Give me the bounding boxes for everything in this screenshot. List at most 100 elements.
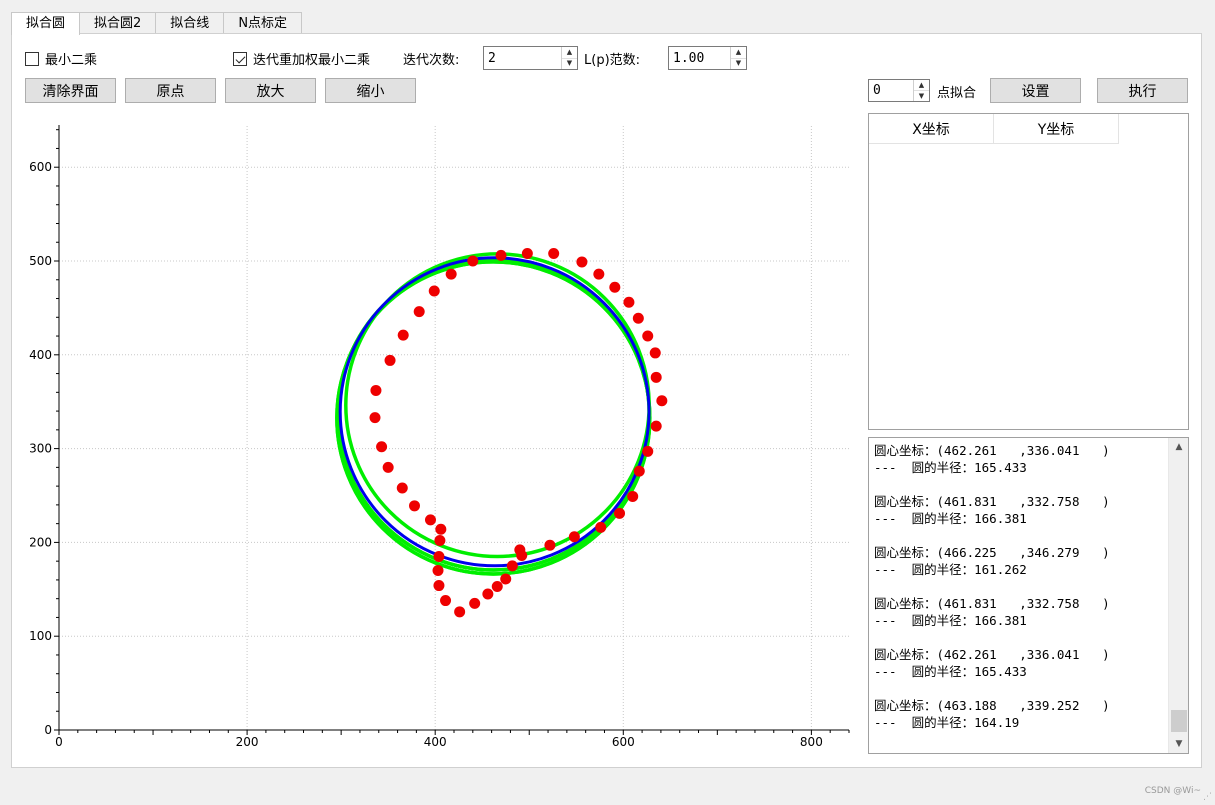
tab-n-point-calibration[interactable]: N点标定	[223, 12, 303, 34]
data-point	[370, 384, 382, 396]
data-point	[576, 256, 588, 268]
log-entry: 圆心坐标：(461.831 ,332.758 ) --- 圆的半径：166.381	[874, 493, 1166, 527]
data-point	[514, 544, 526, 556]
center-line: 圆心坐标：(461.831 ,332.758 )	[874, 596, 1110, 611]
tab-fit-line[interactable]: 拟合线	[155, 12, 225, 34]
y-coordinate-header[interactable]: Y坐标	[994, 114, 1119, 144]
fit-plot[interactable]: 0 200 400 600 800 0 100 200 300 400 500 600	[22, 113, 852, 753]
chevron-down-icon[interactable]: ▼	[562, 57, 577, 70]
point-count-spinbox[interactable]: ▲ ▼	[868, 79, 930, 102]
result-log[interactable]: 圆心坐标：(462.261 ,336.041 ) --- 圆的半径：165.433…	[868, 437, 1189, 754]
data-point	[454, 606, 466, 618]
data-point	[627, 490, 639, 502]
data-point	[434, 535, 446, 547]
data-point	[376, 441, 388, 453]
chevron-up-icon[interactable]: ▲	[731, 47, 746, 58]
data-point	[467, 255, 479, 267]
log-entry: 圆心坐标：(461.831 ,332.758 ) --- 圆的半径：166.381	[874, 595, 1166, 629]
data-point	[650, 371, 662, 383]
zoom-in-button[interactable]: 放大	[225, 78, 316, 103]
data-point	[623, 296, 635, 308]
data-point	[548, 248, 560, 260]
data-point	[649, 347, 661, 359]
data-point	[397, 329, 409, 341]
y-tick-label: 300	[29, 442, 52, 456]
lp-norm-input[interactable]	[669, 47, 730, 69]
data-point	[396, 482, 408, 494]
data-point	[614, 507, 626, 519]
x-tick-label: 200	[236, 735, 259, 749]
iterations-stepper[interactable]: ▲ ▼	[561, 47, 577, 69]
data-point	[650, 420, 662, 432]
clear-button[interactable]: 清除界面	[25, 78, 116, 103]
data-point	[656, 395, 668, 407]
center-line: 圆心坐标：(461.831 ,332.758 )	[874, 494, 1110, 509]
coordinate-table[interactable]: X坐标 Y坐标	[868, 113, 1189, 430]
radius-line: --- 圆的半径：165.433	[874, 664, 1027, 679]
radius-line: --- 圆的半径：166.381	[874, 511, 1027, 526]
chevron-down-icon[interactable]: ▼	[731, 57, 746, 70]
lp-norm-spinbox[interactable]: ▲ ▼	[668, 46, 747, 70]
x-tick-label: 600	[612, 735, 635, 749]
tab-bar: 拟合圆 拟合圆2 拟合线 N点标定	[11, 12, 303, 35]
y-tick-label: 200	[29, 535, 52, 549]
data-point	[595, 521, 607, 533]
irls-checkbox-box[interactable]	[233, 51, 247, 66]
data-point	[642, 445, 654, 457]
tab-fit-circle-2[interactable]: 拟合圆2	[79, 12, 157, 34]
data-point	[495, 249, 507, 261]
data-point	[413, 306, 425, 318]
data-point	[435, 523, 447, 535]
data-point	[521, 248, 533, 260]
data-point	[424, 514, 436, 526]
chevron-down-icon[interactable]: ▼	[914, 90, 929, 101]
point-count-stepper[interactable]: ▲ ▼	[913, 80, 929, 101]
data-point	[506, 560, 518, 572]
log-entry: 圆心坐标：(466.225 ,346.279 ) --- 圆的半径：161.262	[874, 544, 1166, 578]
data-point	[500, 573, 512, 585]
chevron-up-icon[interactable]: ▲	[914, 80, 929, 90]
data-point	[440, 595, 452, 607]
least-squares-checkbox-box[interactable]	[25, 51, 39, 66]
data-point	[491, 580, 503, 592]
x-tick-label: 0	[55, 735, 63, 749]
resize-grip-icon[interactable]: ⋰	[1203, 792, 1212, 802]
data-point	[609, 281, 621, 293]
log-scrollbar[interactable]: ▲ ▼	[1168, 438, 1188, 753]
radius-line: --- 圆的半径：165.433	[874, 460, 1027, 475]
data-point	[482, 588, 494, 600]
scroll-down-icon[interactable]: ▼	[1169, 735, 1188, 753]
tab-fit-circle[interactable]: 拟合圆	[11, 12, 81, 35]
table-header: X坐标 Y坐标	[869, 114, 1188, 144]
data-point	[382, 461, 394, 473]
data-point	[632, 312, 644, 324]
point-count-input[interactable]	[869, 80, 913, 101]
y-tick-label: 500	[29, 254, 52, 268]
log-entry: 圆心坐标：(462.261 ,336.041 ) --- 圆的半径：165.433	[874, 442, 1166, 476]
y-tick-label: 0	[44, 723, 52, 737]
lp-norm-stepper[interactable]: ▲ ▼	[730, 47, 746, 69]
radius-line: --- 圆的半径：166.381	[874, 613, 1027, 628]
settings-button[interactable]: 设置	[990, 78, 1081, 103]
data-point	[445, 268, 457, 280]
x-coordinate-header[interactable]: X坐标	[869, 114, 994, 144]
iterations-spinbox[interactable]: ▲ ▼	[483, 46, 578, 70]
chevron-up-icon[interactable]: ▲	[562, 47, 577, 58]
result-log-text: 圆心坐标：(462.261 ,336.041 ) --- 圆的半径：165.433…	[874, 442, 1166, 748]
y-tick-label: 100	[29, 629, 52, 643]
zoom-out-button[interactable]: 缩小	[325, 78, 416, 103]
radius-line: --- 圆的半径：164.19	[874, 715, 1020, 730]
execute-button[interactable]: 执行	[1097, 78, 1188, 103]
log-entry: 圆心坐标：(462.261 ,336.041 ) --- 圆的半径：165.433	[874, 646, 1166, 680]
scroll-up-icon[interactable]: ▲	[1169, 438, 1188, 456]
data-point	[428, 285, 440, 297]
scrollbar-thumb[interactable]	[1171, 710, 1187, 732]
least-squares-checkbox[interactable]: 最小二乘	[25, 49, 97, 68]
center-line: 圆心坐标：(462.261 ,336.041 )	[874, 443, 1110, 458]
log-entry: 圆心坐标：(463.188 ,339.252 ) --- 圆的半径：164.19	[874, 697, 1166, 731]
data-point	[384, 354, 396, 366]
center-line: 圆心坐标：(463.188 ,339.252 )	[874, 698, 1110, 713]
iterations-input[interactable]	[484, 47, 561, 69]
irls-checkbox[interactable]: 迭代重加权最小二乘	[233, 49, 370, 68]
origin-button[interactable]: 原点	[125, 78, 216, 103]
